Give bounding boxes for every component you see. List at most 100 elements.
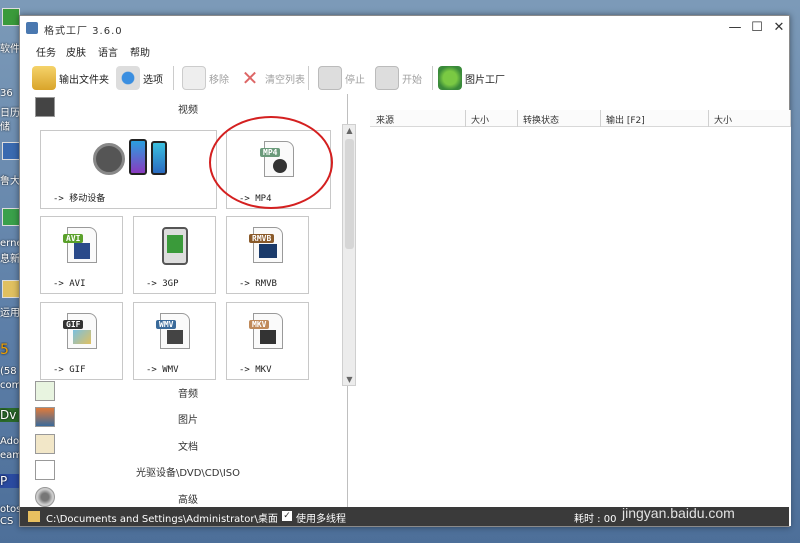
scroll-down-arrow-icon[interactable]: ▼ [344, 374, 355, 385]
folder-icon[interactable] [28, 511, 40, 522]
desktop-icon-label: 鲁大 [0, 176, 19, 187]
category-audio[interactable]: 音频 [30, 378, 346, 404]
col-status[interactable]: 转换状态 [523, 113, 559, 126]
wmv-file-icon: WMV [156, 313, 190, 349]
options-label: 选项 [143, 74, 163, 86]
tile-gif[interactable]: GIF -> GIF [40, 302, 123, 380]
stop-label: 停止 [345, 74, 365, 86]
rmvb-badge: RMVB [249, 234, 275, 243]
multithread-checkbox[interactable]: ✓ [282, 511, 292, 521]
tile-mkv[interactable]: MKV -> MKV [226, 302, 309, 380]
desktop-icon-label: com [0, 380, 19, 391]
baidu-jingyan-url: jingyan.baidu.com [622, 505, 735, 521]
folder-icon [32, 66, 56, 90]
category-video-label: 视频 [178, 105, 198, 116]
remove-label: 移除 [209, 74, 229, 86]
output-path[interactable]: C:\Documents and Settings\Administrator\… [46, 510, 278, 525]
menu-task[interactable]: 任务 [36, 44, 56, 59]
tile-avi[interactable]: AVI -> AVI [40, 216, 123, 294]
category-audio-label: 音频 [178, 389, 198, 400]
desktop-icon-label: Ado [0, 436, 19, 447]
toolbar: 输出文件夹 选项 移除 ✕ 清空列表 停止 开始 图片工厂 [20, 62, 789, 94]
desktop-icon-label: erne [0, 238, 19, 249]
remove-icon [182, 66, 206, 90]
desktop-icon-label: otos [0, 504, 19, 515]
minimize-button[interactable]: — [725, 18, 745, 38]
title-bar[interactable]: 格式工厂 3.6.0 — ☐ ✕ [20, 16, 789, 42]
tile-mobile-device[interactable]: -> 移动设备 [40, 130, 217, 209]
task-table-header: 来源 大小 转换状态 输出 [F2] 大小 [370, 110, 791, 127]
tile-label: -> WMV [146, 365, 179, 375]
tile-3gp[interactable]: -> 3GP [133, 216, 216, 294]
toolbar-separator [173, 66, 174, 90]
avi-badge: AVI [63, 234, 84, 243]
output-folder-label: 输出文件夹 [59, 74, 109, 86]
scroll-up-arrow-icon[interactable]: ▲ [344, 125, 355, 136]
stop-icon [318, 66, 342, 90]
start-label: 开始 [402, 74, 422, 86]
scroll-thumb[interactable] [345, 139, 354, 249]
desktop-icon-label: P [0, 474, 19, 488]
options-button[interactable]: 选项 [116, 64, 163, 92]
category-picture-label: 图片 [178, 415, 198, 426]
desktop-icon-label: 储 [0, 122, 10, 133]
elapsed-time: 耗时 : 00 [574, 514, 617, 525]
tile-label: -> AVI [53, 279, 86, 289]
baidu-jingyan-watermark: Baidu经验 [614, 469, 758, 502]
toolbar-separator [308, 66, 309, 90]
desktop-icon-label: eamw [0, 450, 19, 461]
tile-label: -> 3GP [146, 279, 179, 289]
mobile-device-icon [93, 139, 173, 179]
mkv-badge: MKV [249, 320, 270, 329]
picture-factory-icon [438, 66, 462, 90]
col-source[interactable]: 来源 [376, 113, 394, 126]
app-logo-icon [26, 22, 38, 34]
desktop-icon-label: 36 [0, 88, 13, 99]
multithread-label: 使用多线程 [296, 514, 346, 525]
menu-skin[interactable]: 皮肤 [66, 44, 86, 59]
close-button[interactable]: ✕ [769, 18, 789, 38]
remove-button[interactable]: 移除 [182, 64, 229, 92]
clear-list-button[interactable]: ✕ 清空列表 [238, 64, 305, 92]
desktop-icon-label: 运用 [0, 308, 19, 319]
category-document[interactable]: 文档 [30, 431, 346, 457]
category-disc[interactable]: 光驱设备\DVD\CD\ISO [30, 457, 346, 483]
avi-file-icon: AVI [63, 227, 97, 263]
tile-rmvb[interactable]: RMVB -> RMVB [226, 216, 309, 294]
category-video[interactable]: 视频 [30, 94, 346, 120]
desktop-icon-label: 5 [0, 342, 9, 358]
gear-icon [116, 66, 140, 90]
clear-x-icon: ✕ [241, 66, 259, 90]
picture-factory-button[interactable]: 图片工厂 [438, 64, 505, 92]
tile-label: -> MKV [239, 365, 272, 375]
col-output-size[interactable]: 大小 [714, 113, 732, 126]
highlight-circle-annotation [209, 116, 333, 209]
picture-factory-label: 图片工厂 [465, 74, 505, 86]
panel-scrollbar[interactable]: ▲ ▼ [342, 124, 356, 386]
format-factory-window: 格式工厂 3.6.0 — ☐ ✕ 任务 皮肤 语言 帮助 输出文件夹 选项 移除… [19, 15, 791, 527]
gif-file-icon: GIF [63, 313, 97, 349]
start-button[interactable]: 开始 [375, 64, 422, 92]
desktop-icon-label: 日历 [0, 108, 19, 119]
desktop-icon-label: (58 [0, 366, 17, 377]
category-picture[interactable]: 图片 [30, 404, 346, 430]
menu-help[interactable]: 帮助 [130, 44, 150, 59]
tile-label: -> RMVB [239, 279, 277, 289]
desktop-icon-label: CS [0, 516, 14, 527]
desktop-icon-label: 息新 [0, 254, 19, 265]
maximize-button[interactable]: ☐ [747, 18, 767, 38]
col-size[interactable]: 大小 [471, 113, 489, 126]
tile-wmv[interactable]: WMV -> WMV [133, 302, 216, 380]
desktop-icon-label: Dv [0, 408, 19, 422]
output-folder-button[interactable]: 输出文件夹 [32, 64, 109, 92]
toolbar-separator [432, 66, 433, 90]
rmvb-file-icon: RMVB [249, 227, 283, 263]
menu-language[interactable]: 语言 [98, 44, 118, 59]
tile-label: -> GIF [53, 365, 86, 375]
category-disc-label: 光驱设备\DVD\CD\ISO [135, 468, 241, 479]
wmv-badge: WMV [156, 320, 177, 329]
play-icon [375, 66, 399, 90]
col-output[interactable]: 输出 [F2] [606, 113, 645, 126]
stop-button[interactable]: 停止 [318, 64, 365, 92]
desktop-icon-label: 软件 [0, 44, 19, 55]
